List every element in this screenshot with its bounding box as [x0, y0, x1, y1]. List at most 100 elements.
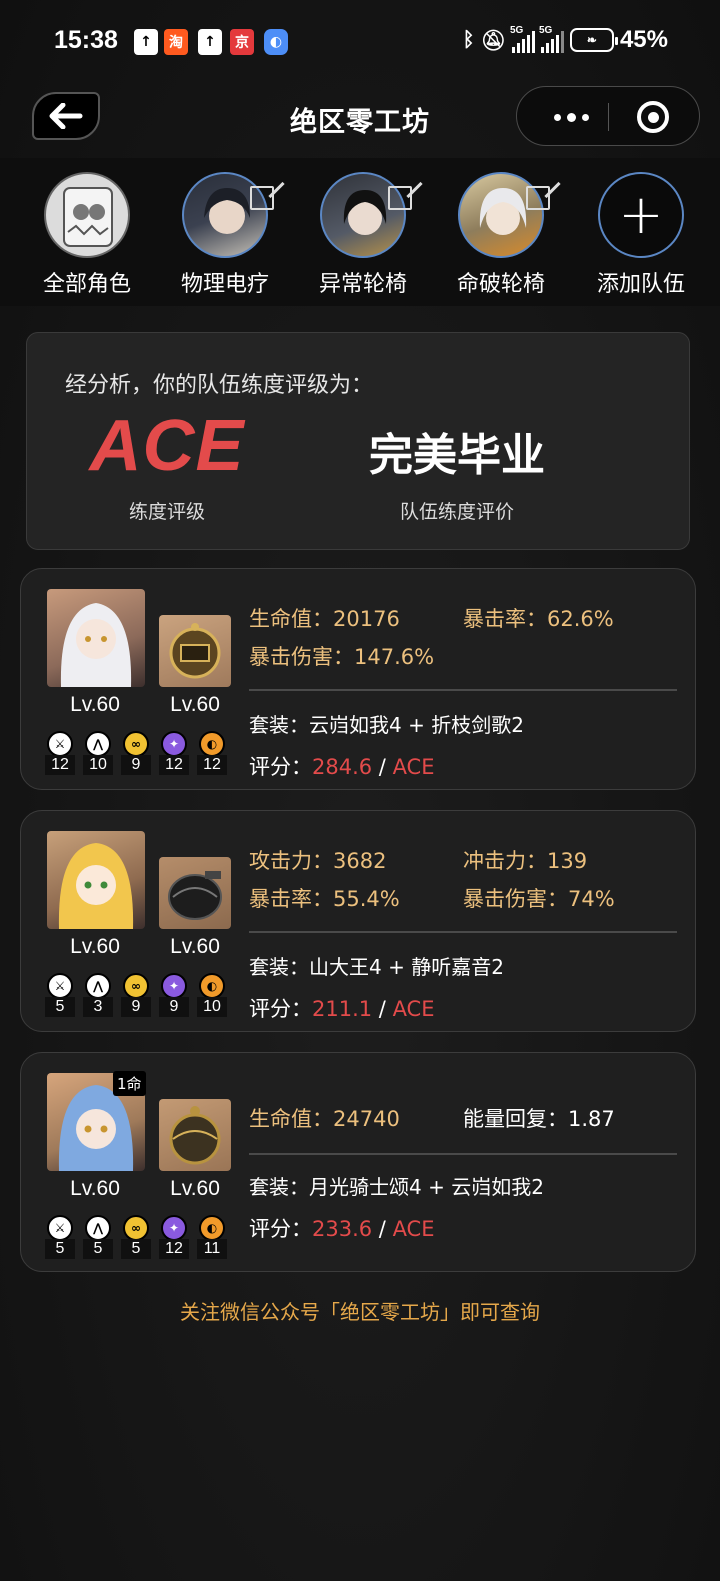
w-engine-icon: [169, 1106, 221, 1165]
rating-grade: ACE: [89, 406, 245, 486]
app-header: 绝区零工坊: [0, 84, 720, 158]
divider: [249, 931, 677, 933]
rating-grade-label: 练度评级: [128, 501, 205, 523]
team-selector: 全部角色 物理电疗 异常轮椅 命破轮椅 + 添加队伍: [0, 158, 720, 306]
skill-level: 10: [83, 755, 113, 775]
status-time: 15:38: [54, 26, 118, 54]
team-label: 全部角色: [42, 272, 131, 297]
team-item-pierce[interactable]: 命破轮椅: [436, 172, 566, 298]
character-score: 评分：211.1 / ACE: [249, 997, 435, 1021]
signal-5g-icon: 5G: [510, 25, 535, 53]
stat-hp: 生命值：20176: [249, 607, 400, 631]
skill-level: 3: [83, 997, 113, 1017]
dodge-icon: ⋀: [85, 731, 111, 757]
character-card[interactable]: 1命 Lv.60 Lv.60 ⚔ 5 ⋀ 5 ∞ 5 ✦ 12 ◐ 11 生命值：2474…: [20, 1052, 696, 1272]
character-level: Lv.60: [70, 935, 120, 958]
bluetooth-icon: ᛒ: [462, 28, 475, 51]
skill-levels: ⚔ 5 ⋀ 3 ∞ 9 ✦ 9 ◐ 10: [45, 973, 227, 1017]
team-label: 命破轮椅: [456, 272, 545, 297]
skill-level: 5: [45, 1239, 75, 1259]
edit-icon[interactable]: [250, 186, 274, 210]
w-engine-image: [159, 615, 231, 687]
rating-evaluation-label: 队伍练度评价: [399, 501, 514, 523]
special-attack-icon: ✦: [161, 1215, 187, 1241]
skill-level: 9: [159, 997, 189, 1017]
team-item-physical[interactable]: 物理电疗: [160, 172, 290, 298]
upload-arrow-icon: ↑: [134, 29, 158, 55]
team-avatar: [182, 172, 268, 258]
character-portrait: [47, 589, 145, 687]
chain-attack-icon: ◐: [199, 731, 225, 757]
rating-evaluation: 完美毕业: [369, 430, 545, 481]
add-team-button[interactable]: +: [598, 172, 684, 258]
jingdong-icon: 京: [230, 29, 254, 55]
signal-5g-icon-2: 5G: [539, 25, 564, 53]
chain-attack-icon: ◐: [199, 1215, 225, 1241]
skill-levels: ⚔ 12 ⋀ 10 ∞ 9 ✦ 12 ◐ 12: [45, 731, 227, 775]
plus-icon: +: [618, 183, 664, 246]
character-card[interactable]: Lv.60 Lv.60 ⚔ 12 ⋀ 10 ∞ 9 ✦ 12 ◐ 12 生命值：20176…: [20, 568, 696, 790]
basic-attack-icon: ⚔: [47, 731, 73, 757]
constellation-badge: 1命: [113, 1071, 146, 1096]
w-engine-image: [159, 1099, 231, 1171]
footer-note: 关注微信公众号「绝区零工坊」即可查询: [180, 1300, 540, 1324]
character-card[interactable]: Lv.60 Lv.60 ⚔ 5 ⋀ 3 ∞ 9 ✦ 9 ◐ 10 攻击力：3682 冲击力…: [20, 810, 696, 1032]
w-engine-icon: [168, 871, 222, 920]
character-portrait-icon: [60, 603, 132, 687]
stat-crit-rate: 暴击率：62.6%: [463, 607, 614, 631]
skill-level: 11: [197, 1239, 227, 1259]
team-item-add[interactable]: + 添加队伍: [576, 172, 706, 298]
basic-attack-icon: ⚔: [47, 973, 73, 999]
capsule-divider: [608, 103, 609, 131]
dodge-icon: ⋀: [85, 1215, 111, 1241]
character-score: 评分：284.6 / ACE: [249, 755, 435, 779]
divider: [249, 1153, 677, 1155]
team-item-anomaly[interactable]: 异常轮椅: [298, 172, 428, 298]
mute-bell-icon: 🔕︎: [480, 29, 506, 52]
assist-icon: ∞: [123, 973, 149, 999]
engine-level: Lv.60: [170, 693, 220, 716]
close-miniprogram-button[interactable]: [637, 101, 669, 133]
skill-level: 12: [159, 755, 189, 775]
skill-level: 5: [121, 1239, 151, 1259]
drive-disc-set: 套装：山大王4 + 静听嘉音2: [249, 955, 504, 979]
edit-icon[interactable]: [388, 186, 412, 210]
stat-impact: 冲击力：139: [463, 849, 588, 873]
engine-level: Lv.60: [170, 1177, 220, 1200]
battery-percent: 45%: [619, 26, 668, 53]
special-attack-icon: ✦: [161, 731, 187, 757]
character-portrait: [47, 831, 145, 929]
special-attack-icon: ✦: [161, 973, 187, 999]
skill-level: 12: [197, 755, 227, 775]
miniprogram-capsule: [516, 86, 700, 146]
stat-atk: 攻击力：3682: [249, 849, 387, 873]
team-label: 添加队伍: [596, 272, 685, 297]
skill-level: 12: [45, 755, 75, 775]
team-avatar: [320, 172, 406, 258]
w-engine-image: [159, 857, 231, 929]
stat-crit-dmg: 暴击伤害：74%: [463, 887, 615, 911]
skill-level: 10: [197, 997, 227, 1017]
divider: [249, 689, 677, 691]
team-rating-card: 经分析，你的队伍练度评级为： ACE 练度评级 完美毕业 队伍练度评价: [26, 332, 690, 550]
assist-icon: ∞: [123, 731, 149, 757]
skill-level: 5: [45, 997, 75, 1017]
drive-disc-set: 套装：云岿如我4 + 折枝剑歌2: [249, 713, 524, 737]
skill-level: 9: [121, 755, 151, 775]
upload-arrow-icon: ↑: [198, 29, 222, 55]
more-options-button[interactable]: [541, 87, 601, 147]
team-label: 物理电疗: [180, 272, 269, 297]
character-level: Lv.60: [70, 693, 120, 716]
drive-disc-set: 套装：月光骑士颂4 + 云岿如我2: [249, 1175, 544, 1199]
team-avatar: [458, 172, 544, 258]
team-label: 异常轮椅: [318, 272, 407, 297]
battery-icon: ❧: [569, 28, 618, 52]
team-item-all[interactable]: 全部角色: [22, 172, 152, 298]
all-characters-avatar: [44, 172, 130, 258]
skill-level: 5: [83, 1239, 113, 1259]
character-portrait-icon: [58, 843, 134, 929]
status-bar: 15:38 ↑ 淘 ↑ 京 ◐ ᛒ 🔕︎ 5G 5G ❧ 45%: [0, 0, 720, 84]
assist-icon: ∞: [123, 1215, 149, 1241]
stat-energy-regen: 能量回复：1.87: [463, 1107, 615, 1131]
edit-icon[interactable]: [526, 186, 550, 210]
